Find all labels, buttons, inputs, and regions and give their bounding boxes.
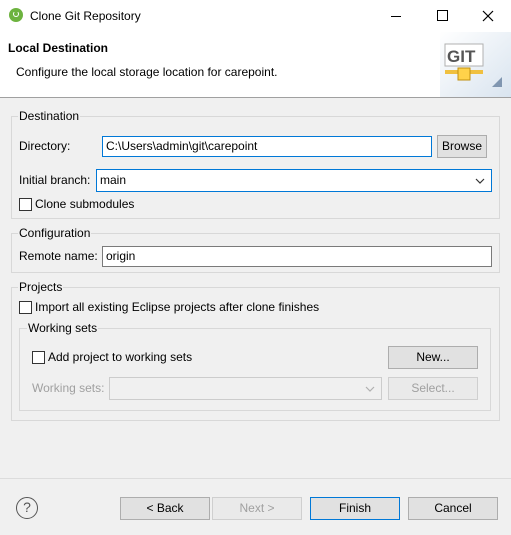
- close-icon: [482, 10, 494, 22]
- maximize-icon: [437, 10, 448, 21]
- working-sets-label: Working sets:: [32, 381, 105, 395]
- next-button[interactable]: Next >: [212, 497, 302, 520]
- destination-group-label: Destination: [18, 109, 81, 123]
- working-sets-combo[interactable]: [109, 377, 382, 400]
- clone-submodules-label[interactable]: Clone submodules: [35, 197, 134, 211]
- initial-branch-select[interactable]: main: [96, 169, 492, 192]
- import-projects-label[interactable]: Import all existing Eclipse projects aft…: [35, 300, 319, 314]
- chevron-down-icon: [365, 386, 375, 392]
- title-bar: Clone Git Repository: [0, 0, 511, 32]
- browse-button[interactable]: Browse: [437, 135, 487, 158]
- remote-name-label: Remote name:: [19, 249, 98, 263]
- help-icon: ?: [23, 499, 31, 515]
- new-working-set-button[interactable]: New...: [388, 346, 478, 369]
- close-button[interactable]: [465, 0, 511, 32]
- add-to-working-sets-checkbox[interactable]: [32, 351, 45, 364]
- working-sets-group-label: Working sets: [27, 321, 99, 335]
- help-button[interactable]: ?: [16, 497, 38, 519]
- spring-app-icon: [9, 8, 23, 22]
- configuration-group-label: Configuration: [18, 226, 92, 240]
- initial-branch-label: Initial branch:: [19, 173, 91, 187]
- back-button[interactable]: < Back: [120, 497, 210, 520]
- git-logo-text: GIT: [447, 47, 476, 66]
- chevron-down-icon: [475, 178, 485, 184]
- remote-name-input[interactable]: origin: [102, 246, 492, 267]
- finish-button[interactable]: Finish: [310, 497, 400, 520]
- page-title: Local Destination: [8, 41, 109, 55]
- window-title: Clone Git Repository: [30, 9, 141, 23]
- clone-submodules-checkbox[interactable]: [19, 198, 32, 211]
- wizard-header: Local Destination Configure the local st…: [0, 32, 511, 98]
- select-working-sets-button[interactable]: Select...: [388, 377, 478, 400]
- cancel-button[interactable]: Cancel: [408, 497, 498, 520]
- git-logo-icon: GIT: [440, 32, 511, 97]
- footer-separator: [0, 478, 511, 479]
- minimize-button[interactable]: [373, 0, 419, 32]
- maximize-button[interactable]: [419, 0, 465, 32]
- add-to-working-sets-label[interactable]: Add project to working sets: [48, 350, 192, 364]
- import-projects-checkbox[interactable]: [19, 301, 32, 314]
- directory-input[interactable]: C:\Users\admin\git\carepoint: [102, 136, 432, 157]
- page-description: Configure the local storage location for…: [16, 65, 278, 79]
- directory-label: Directory:: [19, 139, 71, 153]
- projects-group-label: Projects: [18, 280, 64, 294]
- initial-branch-value: main: [100, 173, 127, 187]
- minimize-icon: [391, 16, 401, 17]
